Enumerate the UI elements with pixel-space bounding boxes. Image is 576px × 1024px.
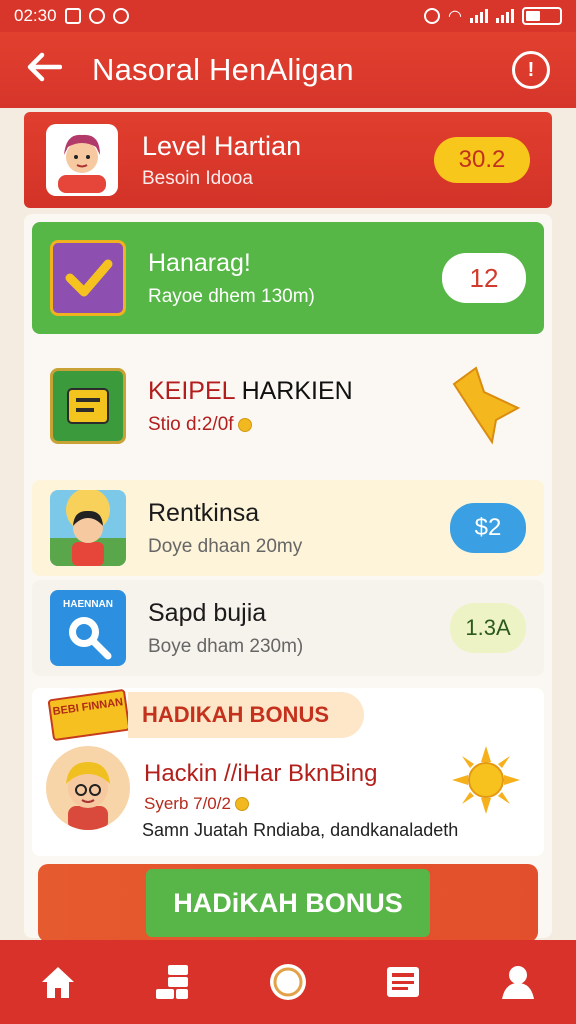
bottom-nav [0,940,576,1024]
level-subtitle: Besoin Idooa [142,167,253,189]
sun-icon [452,746,520,814]
bonus-button[interactable]: HADiKAH BONUS [146,869,430,937]
task-title-black: HARKIEN [234,376,353,405]
exclamation-icon: ! [527,58,535,81]
nav-gifts[interactable] [143,952,203,1012]
task-title: Sapd bujia [148,598,267,627]
profile-icon [502,966,535,999]
task-title: Hanarag! [148,248,251,277]
task-subtitle: Rayoe dhem 130m) [148,285,315,307]
task-subtitle: Doye dhaan 20my [148,535,303,557]
signal-icon [496,9,514,23]
task-reward-badge[interactable]: 12 [442,253,526,303]
task-subtitle: Stio d:2/0f [148,414,353,436]
news-icon [387,967,420,997]
coin-icon [237,417,252,432]
level-card[interactable]: Level Hartian Besoin Idooa 30.2 [24,112,552,208]
bonus-subtitle: Syerb 7/0/2 [144,794,249,814]
task-item[interactable]: HAENNAN Sapd bujia Boye dham 230m) 1.3A [32,580,544,676]
back-arrow-icon[interactable] [26,52,70,88]
home-icon [41,967,74,998]
bonus-title: Hackin //iHar BknBing [144,760,377,788]
task-item[interactable]: Rentkinsa Doye dhaan 20my $2 [32,480,544,576]
coin-icon [234,797,249,811]
status-time: 02:30 [14,6,57,25]
bonus-title-black: //iHar BknBing [217,760,378,787]
nav-home[interactable] [28,952,88,1012]
info-button[interactable]: ! [512,51,550,89]
bonus-subtitle-text: Syerb 7/0/2 [144,794,231,813]
status-bar: 02:30 ◠ [0,0,576,32]
task-subtitle-text: Stio d:2/0f [148,413,234,435]
battery-icon [522,7,562,25]
avatar [46,124,118,196]
message-icon [64,8,81,24]
signal-icon [470,9,488,23]
task-title: Rentkinsa [148,498,260,527]
wifi-icon: ◠ [448,8,462,25]
task-item[interactable]: Hanarag! Rayoe dhem 130m) 12 [32,222,544,334]
nav-center[interactable] [258,952,318,1012]
app-bar: Nasoral HenAligan ! [0,32,576,108]
bonus-description: Samn Juatah Rndiaba, dandkanaladeth [142,820,459,840]
sign-board-icon [50,368,126,444]
bonus-card[interactable]: BEBI FINNAN HADIKAH BONUS Hackin //iHar … [32,688,544,856]
coin-balance-badge[interactable]: 30.2 [434,137,530,183]
thumb-label: HAENNAN [63,598,113,610]
nav-news[interactable] [373,952,433,1012]
task-reward-badge[interactable]: 1.3A [450,603,526,653]
circle-icon [269,964,306,1000]
vibrate-icon [424,8,441,24]
bonus-title-red: Hackin [144,760,218,787]
gift-boxes-icon [155,965,188,999]
task-subtitle: Boye dham 230m) [148,635,304,657]
avatar [50,490,126,566]
task-title: KEIPEL HARKIEN [148,377,353,406]
avatar [46,746,130,830]
task-item[interactable]: KEIPEL HARKIEN Stio d:2/0f [32,350,544,462]
task-panel: Hanarag! Rayoe dhem 130m) 12 KEIPEL HARK… [24,214,552,942]
bonus-header: HADIKAH BONUS [128,692,364,738]
task-reward-badge[interactable]: $2 [450,503,526,553]
trophy-icon [444,362,526,451]
bonus-cta-container: HADiKAH BONUS [38,864,538,942]
level-title: Level Hartian [142,130,302,161]
alarm-icon [88,8,105,24]
nav-profile[interactable] [488,952,548,1012]
checkmark-icon [50,240,126,316]
search-icon: HAENNAN [50,590,126,666]
page-title: Nasoral HenAligan [92,52,354,87]
bonus-tag: BEBI FINNAN [47,688,131,742]
notification-icon [112,8,129,24]
task-title-red: KEIPEL [148,376,235,405]
